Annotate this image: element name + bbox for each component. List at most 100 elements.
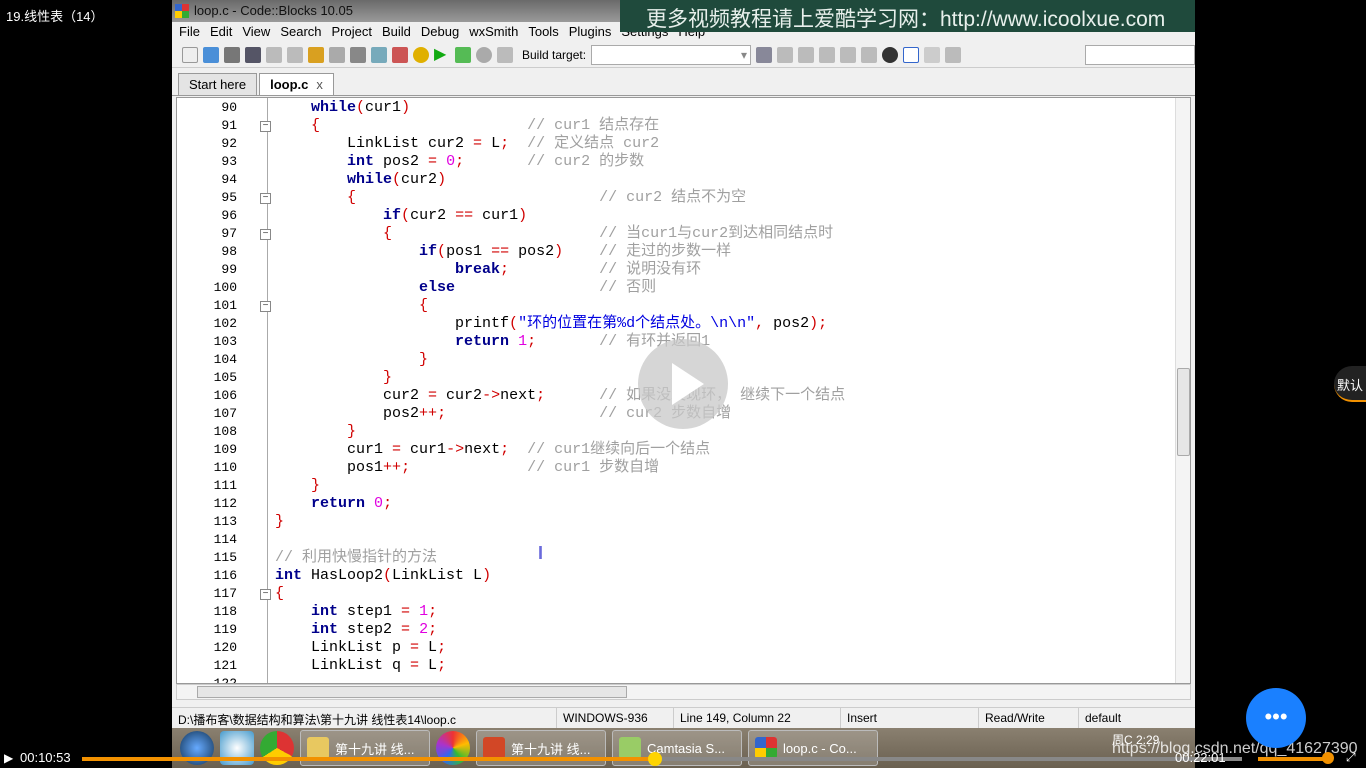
next-instruction-icon[interactable] [861,46,878,63]
quality-button[interactable]: 默认 [1334,366,1366,402]
info-icon[interactable] [924,46,941,63]
line-number: 121 [213,658,237,673]
open-icon[interactable] [203,46,219,63]
new-file-icon[interactable] [182,46,198,63]
fold-toggle-icon[interactable]: − [260,229,271,240]
menu-plugins[interactable]: Plugins [566,22,619,42]
line-number: 98 [221,244,237,259]
code-line: } [311,477,321,494]
abort-icon[interactable] [497,46,513,63]
fold-toggle-icon[interactable]: − [260,121,271,132]
menu-wxsmith[interactable]: wxSmith [466,22,525,42]
line-number: 90 [221,100,237,115]
tab-loop-c[interactable]: loop.c x [259,73,334,95]
build-target-select[interactable] [591,44,752,65]
undo-icon[interactable] [266,46,282,63]
horizontal-scrollbar[interactable] [176,684,1191,700]
code-line: cur2 = cur2->next; // 如果没发现环， 继续下一个结点 [275,387,846,404]
line-number: 97 [221,226,237,241]
line-number: 110 [213,460,237,475]
cut-icon[interactable] [308,46,324,63]
codeblocks-icon [755,737,777,759]
line-number: 112 [213,496,237,511]
line-number: 94 [221,172,237,187]
tab-start-here[interactable]: Start here [178,73,258,95]
play-overlay-icon[interactable] [638,339,728,429]
debug-windows-icon[interactable] [903,46,920,63]
line-number: 92 [221,136,237,151]
line-number: 108 [213,424,237,439]
volume-slider[interactable] [1258,757,1328,761]
code-line: int step2 = 2; [311,621,438,638]
step-into-icon[interactable] [819,46,836,63]
line-number: 117 [213,586,237,601]
toolbar-search-input[interactable] [1085,44,1195,65]
save-all-icon[interactable] [245,46,261,63]
rebuild-icon[interactable] [476,46,492,63]
paste-icon[interactable] [350,46,366,63]
redo-icon[interactable] [287,46,303,63]
line-number: 93 [221,154,237,169]
step-out-icon[interactable] [840,46,857,63]
code-line: LinkList p = L; [275,639,447,656]
line-number: 113 [213,514,237,529]
line-number: 106 [213,388,237,403]
vertical-scroll-thumb[interactable] [1177,368,1190,456]
code-line: break; // 说明没有环 [455,261,702,278]
build-run-icon[interactable] [455,46,471,63]
code-line: cur1 = cur1->next; // cur1继续向后一个结点 [275,441,711,458]
line-number: 96 [221,208,237,223]
menu-tools[interactable]: Tools [525,22,565,42]
tab-label: Start here [189,77,247,92]
line-number: 109 [213,442,237,457]
progress-fill [82,757,656,761]
status-access: Read/Write [979,708,1079,728]
copy-icon[interactable] [329,46,345,63]
code-line: } [275,513,285,530]
run-to-cursor-icon[interactable] [777,46,794,63]
chat-bubble-icon[interactable]: ••• [1246,688,1306,748]
play-icon[interactable]: ▶ [4,751,13,765]
menu-debug[interactable]: Debug [418,22,466,42]
status-bar: D:\播布客\数据结构和算法\第十九讲 线性表14\loop.c WINDOWS… [172,707,1195,728]
camtasia-icon [619,737,641,759]
text-cursor-icon: I [538,543,544,563]
save-icon[interactable] [224,46,240,63]
volume-knob[interactable] [1322,752,1334,764]
line-number: 99 [221,262,237,277]
fold-toggle-icon[interactable]: − [260,301,271,312]
line-number: 105 [213,370,237,385]
replace-icon[interactable] [392,46,408,63]
find-icon[interactable] [371,46,387,63]
stop-debugger-icon[interactable] [882,46,899,63]
code-line: return 1; // 有环并返回1 [455,333,711,350]
run-icon[interactable]: ▶ [434,46,450,63]
menu-view[interactable]: View [239,22,277,42]
status-path: D:\播布客\数据结构和算法\第十九讲 线性表14\loop.c [172,708,557,728]
status-profile: default [1085,711,1122,725]
line-number: 122 [213,676,237,684]
menu-edit[interactable]: Edit [207,22,239,42]
vertical-scrollbar[interactable] [1175,98,1190,683]
menu-project[interactable]: Project [329,22,379,42]
debug-icon[interactable] [756,46,773,63]
code-line: { // 当cur1与cur2到达相同结点时 [383,225,834,242]
menu-file[interactable]: File [176,22,207,42]
code-line: while(cur2) [347,171,447,188]
close-tab-icon[interactable]: x [316,77,323,92]
plugin-icon[interactable] [945,46,962,63]
menu-search[interactable]: Search [277,22,328,42]
progress-bar[interactable] [82,752,1242,766]
next-line-icon[interactable] [798,46,815,63]
progress-knob[interactable] [648,752,663,766]
menu-build[interactable]: Build [379,22,418,42]
line-number: 91 [221,118,237,133]
horizontal-scroll-thumb[interactable] [197,686,627,698]
fold-toggle-icon[interactable]: − [260,193,271,204]
build-gear-icon[interactable] [413,46,429,63]
line-number: 111 [213,478,237,493]
watermark-banner: 更多视频教程请上爱酷学习网：http://www.icoolxue.com [620,0,1195,32]
code-line: while(cur1) [311,99,411,116]
fold-toggle-icon[interactable]: − [260,589,271,600]
fullscreen-icon[interactable]: ⤢ [1346,750,1356,765]
